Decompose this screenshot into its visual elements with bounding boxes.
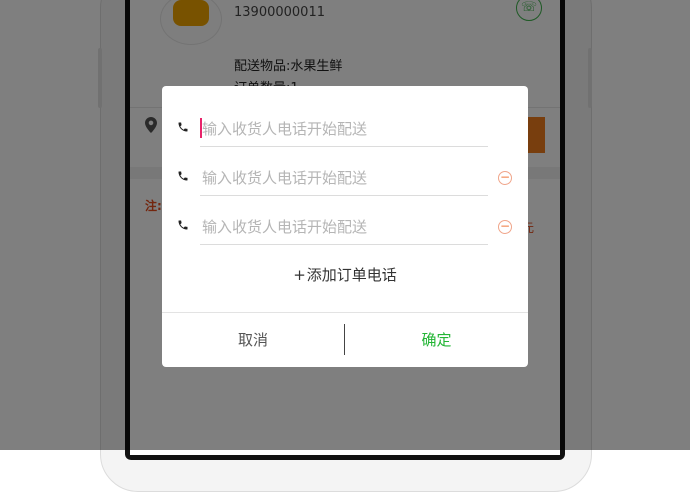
input-underline	[200, 195, 488, 196]
plus-icon: +	[293, 266, 306, 284]
phone-input[interactable]	[200, 214, 489, 240]
order-phone-dialog: − − +添加订单电话 取消 确定	[162, 86, 528, 367]
phone-icon	[177, 121, 191, 135]
minus-circle-icon[interactable]: −	[498, 220, 512, 234]
phone-input[interactable]	[200, 116, 489, 142]
add-order-phone-button[interactable]: +添加订单电话	[162, 264, 528, 285]
confirm-button[interactable]: 确定	[345, 313, 528, 367]
phone-input[interactable]	[200, 165, 489, 191]
input-underline	[200, 146, 488, 147]
cancel-button[interactable]: 取消	[162, 313, 344, 367]
phone-row: −	[162, 204, 528, 250]
text-caret	[200, 118, 202, 138]
minus-circle-icon[interactable]: −	[498, 171, 512, 185]
phone-row: −	[162, 155, 528, 201]
phone-row	[162, 106, 528, 152]
input-underline	[200, 244, 488, 245]
phone-icon	[177, 170, 191, 184]
phone-icon	[177, 219, 191, 233]
add-order-phone-label: 添加订单电话	[306, 266, 397, 284]
